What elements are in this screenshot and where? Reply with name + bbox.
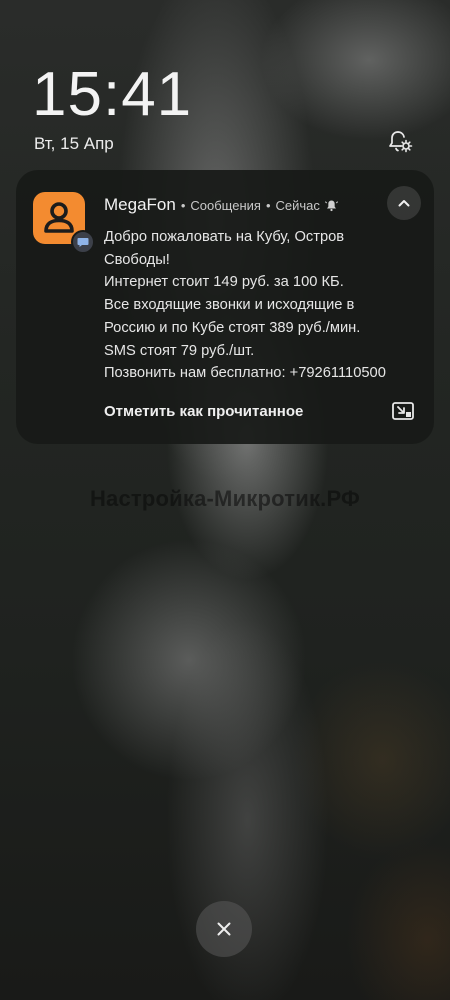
message-line: Свободы! [104,251,170,268]
chevron-up-icon [398,200,410,207]
notification-settings-icon[interactable] [386,128,414,156]
dismiss-button[interactable] [196,901,252,957]
collapse-button[interactable] [387,186,421,220]
message-line: Все входящие звонки и исходящие в [104,297,355,314]
app-icon [33,192,95,254]
message-line: Россию и по Кубе стоят 389 руб./мин. [104,319,361,336]
notification-header: MegaFon • Сообщения • Сейчас [104,195,338,215]
mark-as-read-button[interactable]: Отметить как прочитанное [104,403,303,420]
close-icon [217,922,231,936]
app-name: MegaFon [104,195,176,214]
watermark: Настройка-Микротик.РФ [89,486,361,511]
channel-name: Сообщения [190,197,261,213]
header-separator: • [180,197,186,213]
message-badge-icon [71,230,95,254]
message-line: SMS стоят 79 руб./шт. [104,342,255,359]
notification-time: Сейчас [275,197,320,213]
cast-to-screen-icon [392,402,414,420]
message-line: Интернет стоит 149 руб. за 100 КБ. [104,274,344,291]
bell-ringing-icon [325,199,338,211]
header-separator: • [265,197,271,213]
message-line: Добро пожаловать на Кубу, Остров [104,229,345,245]
notification-card[interactable]: MegaFon • Сообщения • Сейчас Добро пожал… [16,170,434,444]
cast-to-screen-button[interactable] [391,400,415,422]
notification-body: Добро пожаловать на Кубу, Остров Свободы… [104,226,419,385]
message-line: Позвонить нам бесплатно: +79261110500 [104,365,386,382]
lock-clock: 15:41 [32,60,193,129]
lock-date: Вт, 15 Апр [34,134,114,153]
